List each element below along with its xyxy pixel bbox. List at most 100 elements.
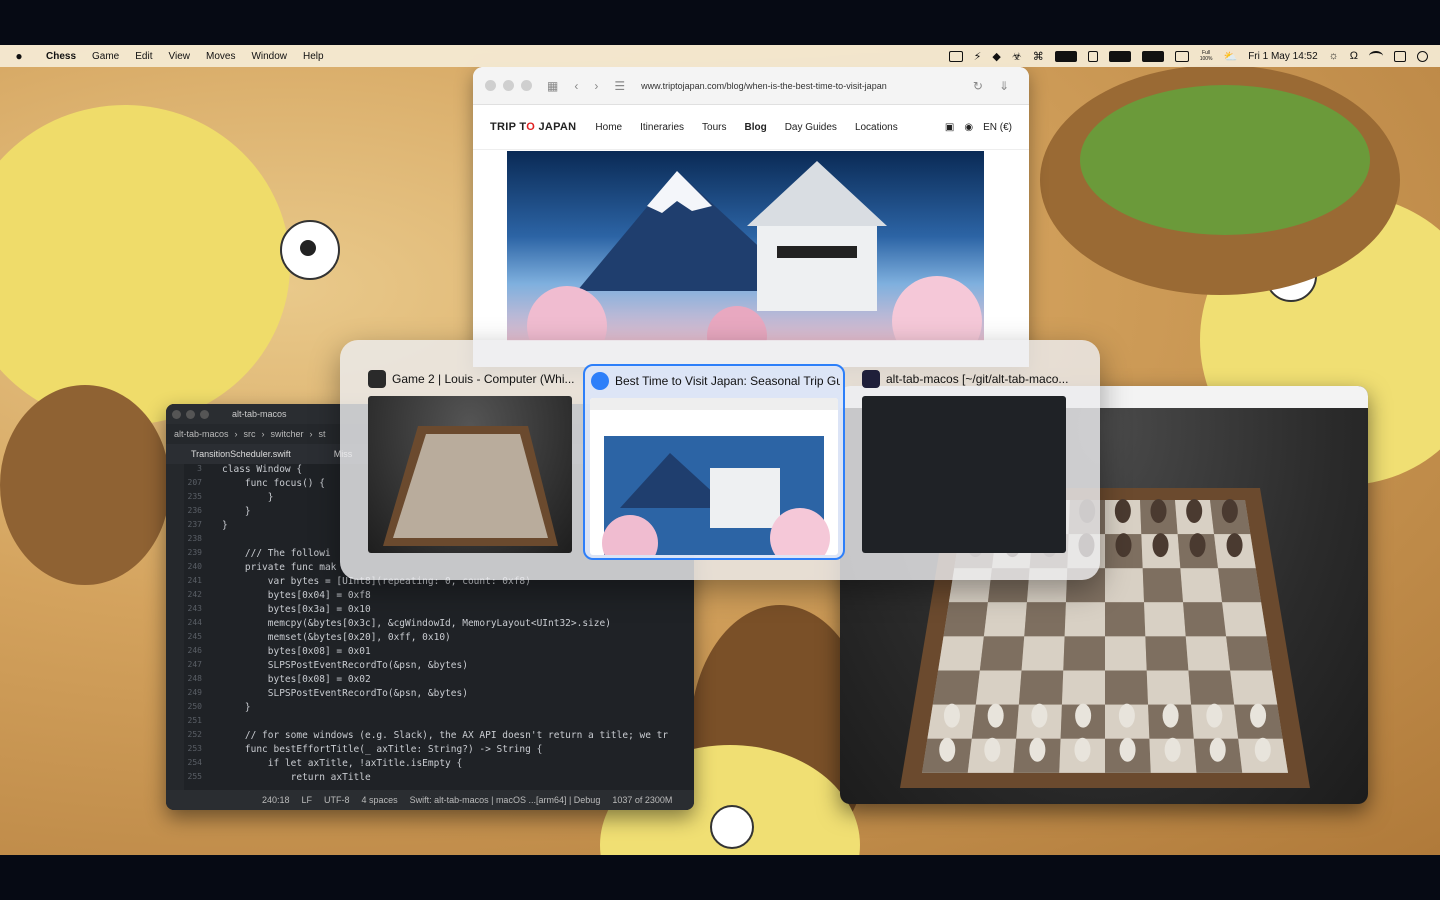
menu-view[interactable]: View — [160, 51, 198, 62]
cpu-graph-icon[interactable] — [1054, 50, 1077, 62]
chess-piece[interactable] — [1118, 703, 1135, 728]
nav-blog[interactable]: Blog — [744, 122, 766, 133]
chess-square[interactable] — [1144, 602, 1186, 637]
chess-piece[interactable] — [1221, 499, 1238, 524]
chess-piece[interactable] — [1189, 533, 1206, 558]
chess-piece[interactable] — [1206, 703, 1223, 728]
disk-graph-icon[interactable] — [1141, 50, 1164, 62]
chess-square[interactable] — [979, 636, 1025, 671]
chess-piece[interactable] — [1150, 499, 1167, 524]
code-line[interactable]: 250 } — [184, 702, 694, 716]
command-icon[interactable]: ⌘ — [1033, 50, 1044, 63]
wifi-icon[interactable] — [1369, 51, 1383, 61]
safari-window[interactable]: ▦ ‹ › ☰ www.triptojapan.com/blog/when-is… — [473, 67, 1029, 367]
code-line[interactable]: 251 — [184, 716, 694, 730]
chess-square[interactable] — [1218, 568, 1262, 603]
chess-piece[interactable] — [1075, 703, 1092, 728]
chess-square[interactable] — [1105, 568, 1145, 603]
chess-piece[interactable] — [1162, 703, 1179, 728]
minimize-button[interactable] — [503, 80, 514, 91]
globe-icon[interactable]: ◉ — [964, 122, 973, 133]
chess-piece[interactable] — [1250, 703, 1267, 728]
chess-square[interactable] — [1064, 602, 1105, 637]
reload-icon[interactable]: ↻ — [973, 79, 983, 93]
memory-indicator[interactable]: 1037 of 2300M — [612, 795, 672, 805]
nav-locations[interactable]: Locations — [855, 122, 898, 133]
zoom-button[interactable] — [200, 409, 209, 419]
build-target[interactable]: Swift: alt-tab-macos | macOS ...[arm64] … — [410, 795, 601, 805]
chess-square[interactable] — [1180, 568, 1223, 603]
code-line[interactable]: 255 return axTitle — [184, 772, 694, 786]
chess-piece[interactable] — [1226, 533, 1243, 558]
chess-piece[interactable] — [1164, 737, 1181, 762]
brightness-icon[interactable]: ☼ — [1329, 50, 1339, 62]
headphones-icon[interactable]: Ω — [1350, 50, 1358, 62]
zoom-button[interactable] — [521, 80, 532, 91]
chess-piece[interactable] — [943, 703, 960, 728]
clock-datetime[interactable]: Fri 1 May 14:52 — [1248, 51, 1317, 62]
code-line[interactable]: 243 bytes[0x3a] = 0x10 — [184, 604, 694, 618]
download-icon[interactable]: ⇓ — [999, 79, 1009, 93]
chess-square[interactable] — [1222, 602, 1267, 637]
code-line[interactable]: 247 SLPSPostEventRecordTo(&psn, &bytes) — [184, 660, 694, 674]
chess-piece[interactable] — [1074, 737, 1091, 762]
language-selector[interactable]: EN (€) — [983, 122, 1012, 133]
page-settings-icon[interactable]: ☰ — [614, 79, 625, 93]
code-line[interactable]: 246 bytes[0x08] = 0x01 — [184, 646, 694, 660]
code-line[interactable]: 242 bytes[0x04] = 0xf8 — [184, 590, 694, 604]
breadcrumb-item[interactable]: alt-tab-macos — [174, 429, 229, 439]
breadcrumb-item[interactable]: switcher — [271, 429, 304, 439]
switcher-item-safari[interactable]: Best Time to Visit Japan: Seasonal Trip … — [583, 364, 845, 560]
code-line[interactable]: 244 memcpy(&bytes[0x3c], &cgWindowId, Me… — [184, 618, 694, 632]
chess-piece[interactable] — [1186, 499, 1203, 524]
nav-home[interactable]: Home — [595, 122, 622, 133]
chess-square[interactable] — [1146, 670, 1192, 705]
chess-square[interactable] — [1018, 670, 1064, 705]
chess-piece[interactable] — [939, 737, 956, 762]
chess-square[interactable] — [1145, 636, 1189, 671]
network-graph-icon[interactable] — [1108, 50, 1131, 62]
code-line[interactable]: 253 func bestEffortTitle(_ axTitle: Stri… — [184, 744, 694, 758]
apple-icon[interactable]: ● — [0, 49, 38, 63]
encoding[interactable]: UTF-8 — [324, 795, 350, 805]
breadcrumb-item[interactable]: src — [244, 429, 256, 439]
chess-square[interactable] — [1063, 636, 1105, 671]
code-line[interactable]: 252 // for some windows (e.g. Slack), th… — [184, 730, 694, 744]
nav-itineraries[interactable]: Itineraries — [640, 122, 684, 133]
menu-moves[interactable]: Moves — [198, 51, 243, 62]
shield-icon[interactable]: ☣ — [1012, 50, 1022, 63]
control-center-icon[interactable] — [1394, 50, 1406, 62]
code-line[interactable]: 249 SLPSPostEventRecordTo(&psn, &bytes) — [184, 688, 694, 702]
chess-piece[interactable] — [1254, 737, 1271, 762]
chess-square[interactable] — [1226, 636, 1272, 671]
chess-piece[interactable] — [1031, 703, 1048, 728]
nav-tours[interactable]: Tours — [702, 122, 726, 133]
chess-piece[interactable] — [987, 703, 1004, 728]
diamond-icon[interactable]: ◆ — [992, 50, 1000, 63]
memory-icon[interactable] — [1087, 50, 1098, 62]
chess-square[interactable] — [1105, 602, 1146, 637]
minimize-button[interactable] — [186, 409, 195, 419]
chess-square[interactable] — [1230, 670, 1278, 705]
back-icon[interactable]: ‹ — [574, 79, 578, 93]
address-bar[interactable]: www.triptojapan.com/blog/when-is-the-bes… — [641, 81, 965, 91]
chess-square[interactable] — [938, 636, 984, 671]
chess-square[interactable] — [932, 670, 980, 705]
chess-square[interactable] — [983, 602, 1027, 637]
chess-square[interactable] — [1142, 568, 1184, 603]
chess-piece[interactable] — [1152, 533, 1169, 558]
forward-icon[interactable]: › — [594, 79, 598, 93]
site-logo[interactable]: TRIP TO JAPAN — [490, 121, 576, 133]
nav-day-guides[interactable]: Day Guides — [785, 122, 837, 133]
chess-piece[interactable] — [1029, 737, 1046, 762]
chess-square[interactable] — [1105, 636, 1147, 671]
menu-help[interactable]: Help — [295, 51, 332, 62]
menu-game[interactable]: Game — [84, 51, 127, 62]
chess-square[interactable] — [1185, 636, 1231, 671]
chess-square[interactable] — [1183, 602, 1227, 637]
code-line[interactable]: 245 memset(&bytes[0x20], 0xff, 0x10) — [184, 632, 694, 646]
sidebar-icon[interactable]: ▦ — [547, 79, 558, 93]
chess-square[interactable] — [1105, 670, 1149, 705]
line-ending[interactable]: LF — [302, 795, 313, 805]
chess-square[interactable] — [1021, 636, 1065, 671]
